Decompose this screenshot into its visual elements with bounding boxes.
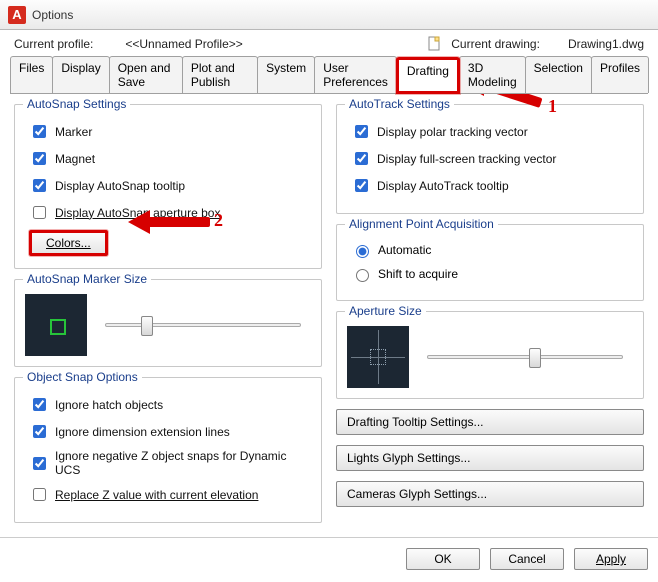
ignore-hatch-checkbox[interactable]: Ignore hatch objects bbox=[29, 395, 311, 414]
ignore-dim-checkbox[interactable]: Ignore dimension extension lines bbox=[29, 422, 311, 441]
autotrack-settings-group: AutoTrack Settings Display polar trackin… bbox=[336, 104, 644, 214]
object-snap-options-group: Object Snap Options Ignore hatch objects… bbox=[14, 377, 322, 523]
group-title: AutoSnap Marker Size bbox=[23, 272, 151, 286]
marker-preview bbox=[25, 294, 87, 356]
cameras-glyph-settings-button[interactable]: Cameras Glyph Settings... bbox=[336, 481, 644, 507]
cancel-button[interactable]: Cancel bbox=[490, 548, 564, 570]
magnet-checkbox[interactable]: Magnet bbox=[29, 149, 311, 168]
group-title: Aperture Size bbox=[345, 304, 426, 318]
aperture-size-slider[interactable] bbox=[427, 355, 623, 359]
fullscreen-tracking-checkbox[interactable]: Display full-screen tracking vector bbox=[351, 149, 633, 168]
current-profile-label: Current profile: bbox=[14, 37, 93, 51]
dialog-footer: OK Cancel Apply bbox=[0, 537, 658, 582]
polar-tracking-checkbox[interactable]: Display polar tracking vector bbox=[351, 122, 633, 141]
marker-checkbox[interactable]: Marker bbox=[29, 122, 311, 141]
replace-z-checkbox[interactable]: Replace Z value with current elevation bbox=[29, 485, 311, 504]
group-title: Object Snap Options bbox=[23, 370, 142, 384]
tab-profiles[interactable]: Profiles bbox=[591, 56, 649, 93]
tab-open-and-save[interactable]: Open and Save bbox=[109, 56, 183, 93]
autosnap-marker-size-group: AutoSnap Marker Size bbox=[14, 279, 322, 367]
shift-acquire-radio[interactable]: Shift to acquire bbox=[351, 266, 633, 282]
group-title: AutoTrack Settings bbox=[345, 97, 454, 111]
profile-row: Current profile: <<Unnamed Profile>> Cur… bbox=[0, 30, 658, 56]
ok-button[interactable]: OK bbox=[406, 548, 480, 570]
tab-system[interactable]: System bbox=[257, 56, 315, 93]
tab-user-preferences[interactable]: User Preferences bbox=[314, 56, 397, 93]
tab-3d-modeling[interactable]: 3D Modeling bbox=[459, 56, 526, 93]
app-icon: A bbox=[8, 6, 26, 24]
colors-button[interactable]: Colors... bbox=[29, 230, 108, 256]
aperture-preview bbox=[347, 326, 409, 388]
ignore-z-checkbox[interactable]: Ignore negative Z object snaps for Dynam… bbox=[29, 449, 311, 477]
tab-display[interactable]: Display bbox=[52, 56, 109, 93]
autotrack-tooltip-checkbox[interactable]: Display AutoTrack tooltip bbox=[351, 176, 633, 195]
autosnap-settings-group: AutoSnap Settings Marker Magnet Display … bbox=[14, 104, 322, 269]
autosnap-aperture-checkbox[interactable]: Display AutoSnap aperture box bbox=[29, 203, 311, 222]
apply-button[interactable]: Apply bbox=[574, 548, 648, 570]
current-drawing-label: Current drawing: bbox=[451, 37, 540, 51]
group-title: Alignment Point Acquisition bbox=[345, 217, 498, 231]
slider-thumb[interactable] bbox=[141, 316, 153, 336]
current-drawing-value: Drawing1.dwg bbox=[568, 37, 644, 51]
group-title: AutoSnap Settings bbox=[23, 97, 130, 111]
automatic-radio[interactable]: Automatic bbox=[351, 242, 633, 258]
annotation-number-2: 2 bbox=[214, 210, 223, 231]
annotation-number-1: 1 bbox=[548, 96, 557, 117]
tab-strip: FilesDisplayOpen and SavePlot and Publis… bbox=[10, 56, 648, 94]
titlebar: A Options bbox=[0, 0, 658, 30]
autosnap-tooltip-checkbox[interactable]: Display AutoSnap tooltip bbox=[29, 176, 311, 195]
tab-selection[interactable]: Selection bbox=[525, 56, 592, 93]
tab-drafting[interactable]: Drafting bbox=[396, 57, 460, 94]
tab-plot-and-publish[interactable]: Plot and Publish bbox=[182, 56, 258, 93]
alignment-point-group: Alignment Point Acquisition Automatic Sh… bbox=[336, 224, 644, 301]
window-title: Options bbox=[32, 8, 73, 22]
current-profile-value: <<Unnamed Profile>> bbox=[125, 37, 242, 51]
tab-files[interactable]: Files bbox=[10, 56, 53, 93]
aperture-size-group: Aperture Size bbox=[336, 311, 644, 399]
drawing-icon bbox=[427, 36, 443, 52]
slider-thumb[interactable] bbox=[529, 348, 541, 368]
marker-size-slider[interactable] bbox=[105, 323, 301, 327]
lights-glyph-settings-button[interactable]: Lights Glyph Settings... bbox=[336, 445, 644, 471]
drafting-tooltip-settings-button[interactable]: Drafting Tooltip Settings... bbox=[336, 409, 644, 435]
